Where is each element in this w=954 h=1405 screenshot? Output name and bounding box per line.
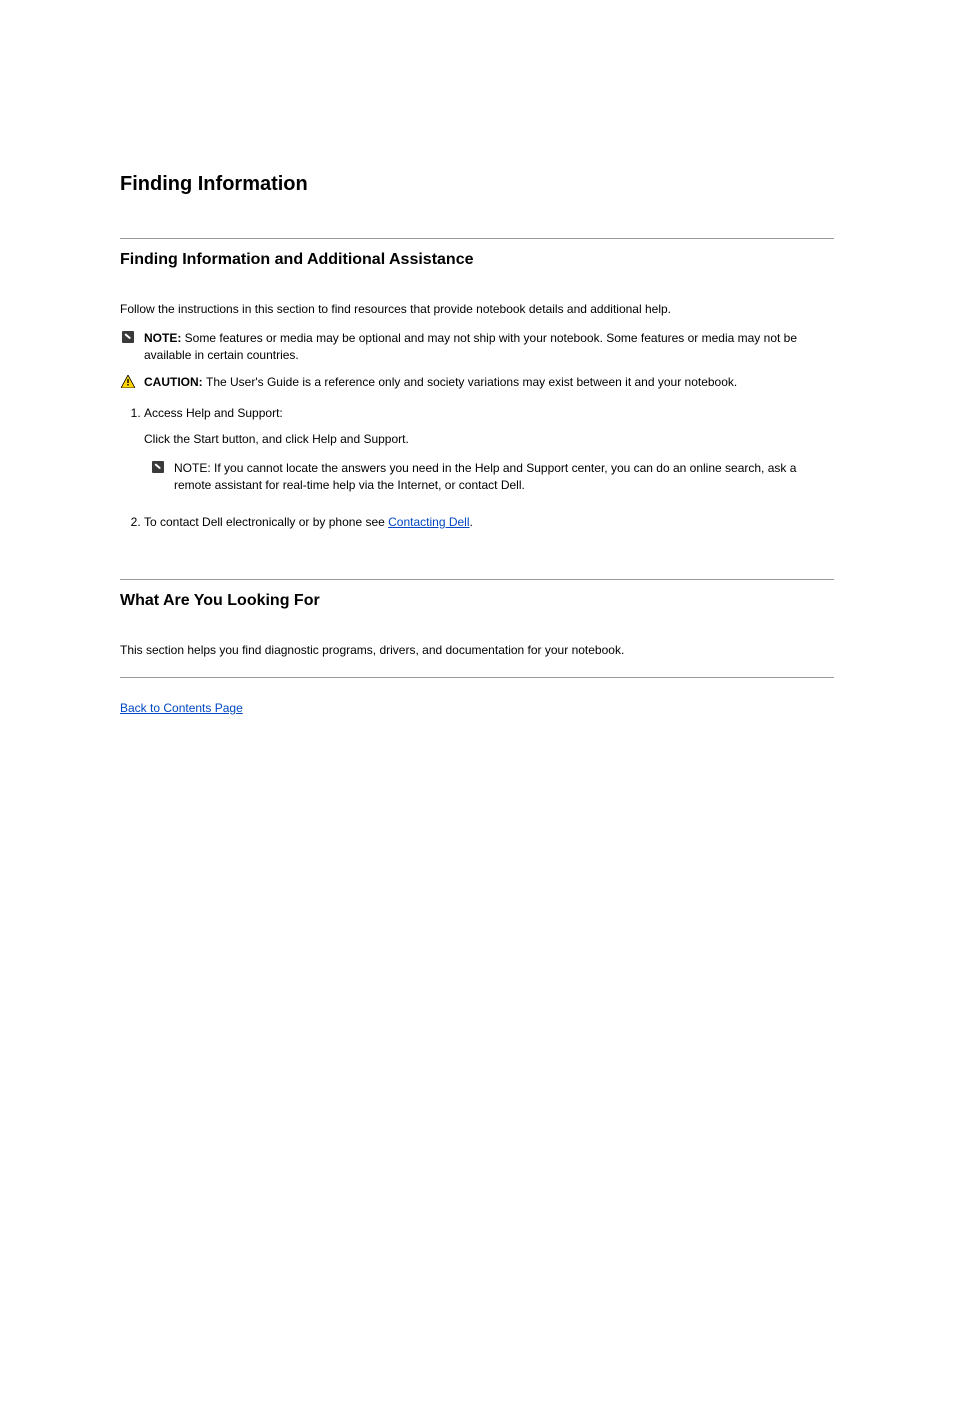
caution-text: CAUTION: The User's Guide is a reference…	[144, 374, 834, 391]
step-2-prefix: To contact Dell electronically or by pho…	[144, 515, 388, 529]
page-title: Finding Information	[120, 170, 834, 198]
note-icon	[150, 460, 166, 473]
back-to-contents-link[interactable]: Back to Contents Page	[120, 701, 243, 715]
section-rule	[120, 238, 834, 239]
caution-lead: CAUTION:	[144, 375, 206, 389]
note-lead: NOTE:	[144, 331, 185, 345]
contacting-dell-link[interactable]: Contacting Dell	[388, 515, 469, 529]
note-body: Some features or media may be optional a…	[144, 331, 797, 362]
step-1-note: NOTE: If you cannot locate the answers y…	[150, 460, 834, 494]
note-callout: NOTE: Some features or media may be opti…	[120, 330, 834, 364]
note-icon	[120, 330, 136, 343]
section2-intro: This section helps you find diagnostic p…	[120, 642, 834, 659]
note-text: NOTE: Some features or media may be opti…	[144, 330, 834, 364]
caution-icon	[120, 374, 136, 388]
step-2-text: To contact Dell electronically or by pho…	[144, 514, 834, 531]
section-rule	[120, 579, 834, 580]
step-1: Access Help and Support: Click the Start…	[144, 405, 834, 494]
step-2-suffix: .	[470, 515, 473, 529]
section-heading-2: What Are You Looking For	[120, 590, 834, 612]
caution-body: The User's Guide is a reference only and…	[206, 375, 737, 389]
intro-paragraph: Follow the instructions in this section …	[120, 301, 834, 318]
step-1-note-text: NOTE: If you cannot locate the answers y…	[174, 460, 834, 494]
step-2: To contact Dell electronically or by pho…	[144, 514, 834, 531]
section-rule	[120, 677, 834, 678]
caution-callout: CAUTION: The User's Guide is a reference…	[120, 374, 834, 391]
section-heading-1: Finding Information and Additional Assis…	[120, 249, 834, 271]
steps-list: Access Help and Support: Click the Start…	[120, 405, 834, 531]
back-to-contents: Back to Contents Page	[120, 700, 834, 717]
step-1-instruction: Click the Start button, and click Help a…	[144, 431, 834, 448]
note-lead: NOTE:	[174, 461, 214, 475]
note-body: If you cannot locate the answers you nee…	[174, 461, 796, 492]
step-1-text: Access Help and Support:	[144, 405, 834, 422]
